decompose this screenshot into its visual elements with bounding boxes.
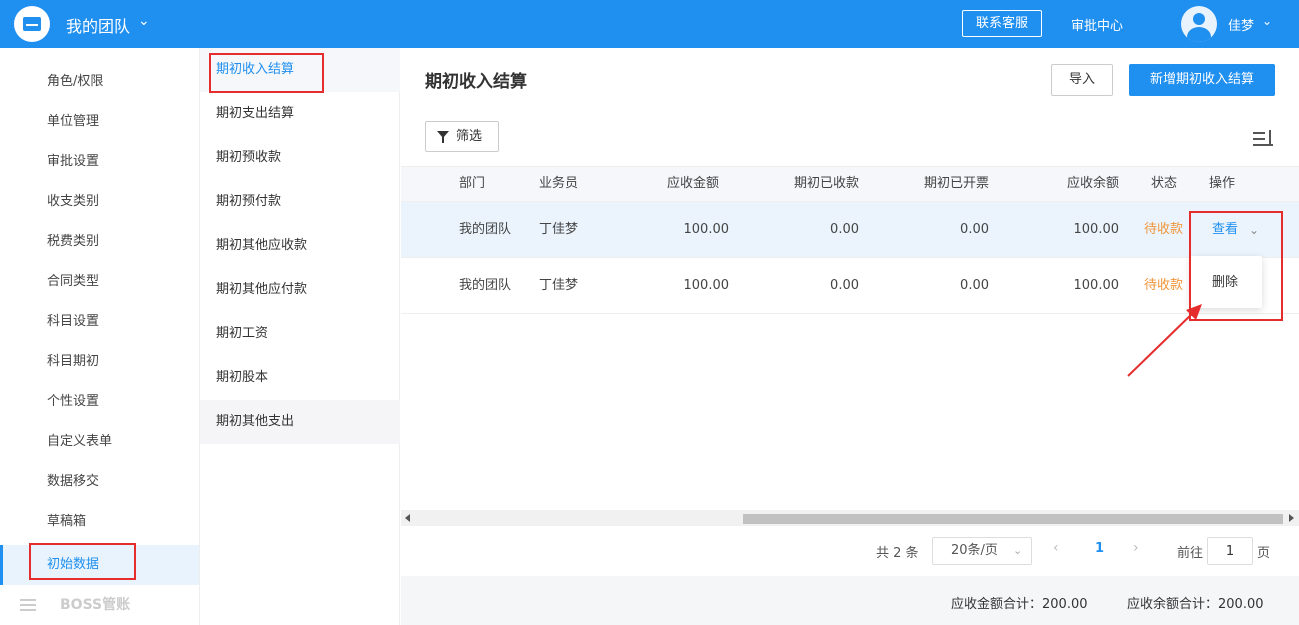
column-header-invoiced[interactable]: 期初已开票 [924,167,989,201]
cell-invoiced: 0.00 [960,278,989,293]
column-header-balance[interactable]: 应收余额 [1067,167,1119,201]
sidebar-item-income-expense[interactable]: 收支类别 [0,182,199,222]
avatar[interactable] [1181,6,1217,42]
sidebar-item-data-transfer[interactable]: 数据移交 [0,462,199,502]
cell-balance: 100.00 [1073,278,1120,293]
goto-page-input[interactable] [1207,537,1253,565]
sidebar-item-subject-opening[interactable]: 科目期初 [0,342,199,382]
subnav-item-other-receivable[interactable]: 期初其他应收款 [200,224,400,268]
chevron-down-icon[interactable]: ⌄ [1262,14,1272,28]
chevron-down-icon: ⌄ [1013,544,1023,557]
column-header-status[interactable]: 状态 [1151,167,1177,201]
current-page[interactable]: 1 [1095,541,1104,556]
sidebar-item-drafts[interactable]: 草稿箱 [0,502,199,542]
column-header-action: 操作 [1209,176,1236,191]
subnav-item-equity[interactable]: 期初股本 [200,356,400,400]
cell-dept: 我的团队 [459,222,512,237]
import-button[interactable]: 导入 [1051,64,1113,96]
sidebar-item-roles[interactable]: 角色/权限 [0,62,199,102]
annotation-box [209,53,324,93]
subnav-item-salary[interactable]: 期初工资 [200,312,400,356]
total-count: 共 2 条 [876,546,919,561]
column-header-received[interactable]: 期初已收款 [794,167,859,201]
cell-received: 0.00 [830,278,859,293]
new-income-settlement-button[interactable]: 新增期初收入结算 [1129,64,1275,96]
team-switcher[interactable]: 我的团队 [66,13,130,37]
sidebar-item-units[interactable]: 单位管理 [0,102,199,142]
subnav-item-advance-payment[interactable]: 期初预付款 [200,180,400,224]
pagination: 共 2 条 20条/页 ⌄ ‹ 1 › 前往 页 [401,526,1299,576]
subnav-item-advance-receipt[interactable]: 期初预收款 [200,136,400,180]
contact-support-button[interactable]: 联系客服 [962,10,1042,37]
app-logo-icon [14,6,50,42]
chevron-down-icon[interactable]: ⌄ [138,13,150,29]
scroll-right-icon[interactable] [1289,514,1294,522]
annotation-arrow [1127,304,1202,377]
annotation-box [29,543,136,580]
column-header-receivable[interactable]: 应收金额 [667,167,719,201]
subnav-item-other-expense[interactable]: 期初其他支出 [200,400,400,444]
table-header: 部门 业务员 应收金额 期初已收款 期初已开票 应收余额 状态 操作 [401,166,1299,202]
page-size-select[interactable]: 20条/页 ⌄ [932,537,1032,565]
next-page-button[interactable]: › [1133,540,1139,556]
table-row[interactable]: 我的团队 丁佳梦 100.00 0.00 0.00 100.00 待收款 查看 … [401,202,1299,258]
goto-label: 前往 [1177,546,1204,561]
menu-icon [20,599,36,611]
sidebar-item-personal[interactable]: 个性设置 [0,382,199,422]
sidebar-item-custom-form[interactable]: 自定义表单 [0,422,199,462]
boss-ledger-label: BOSS管账 [60,597,131,613]
sum-receivable: 应收金额合计：200.00 [951,597,1088,612]
cell-receivable: 100.00 [683,222,730,237]
scrollbar-thumb[interactable] [743,514,1283,524]
sidebar-item-tax[interactable]: 税费类别 [0,222,199,262]
username[interactable]: 佳梦 [1228,15,1254,34]
sidebar-item-subjects[interactable]: 科目设置 [0,302,199,342]
sort-icon[interactable] [1253,130,1273,148]
initial-data-subnav: 期初收入结算 期初支出结算 期初预收款 期初预付款 期初其他应收款 期初其他应付… [200,48,400,625]
filter-icon [437,131,449,143]
subnav-item-other-payable[interactable]: 期初其他应付款 [200,268,400,312]
cell-staff: 丁佳梦 [539,222,579,237]
subnav-item-expense-settlement[interactable]: 期初支出结算 [200,92,400,136]
page-title: 期初收入结算 [425,72,527,92]
sidebar-item-contract-type[interactable]: 合同类型 [0,262,199,302]
status-badge: 待收款 [1144,222,1184,237]
column-header-dept[interactable]: 部门 [459,167,485,201]
cell-balance: 100.00 [1073,222,1120,237]
page-size-value: 20条/页 [951,543,998,558]
settings-sidebar: 角色/权限 单位管理 审批设置 收支类别 税费类别 合同类型 科目设置 科目期初… [0,48,200,625]
horizontal-scrollbar[interactable] [401,510,1299,526]
prev-page-button[interactable]: ‹ [1053,540,1059,556]
approval-center-link[interactable]: 审批中心 [1071,15,1123,34]
page-unit-label: 页 [1257,546,1271,561]
scroll-left-icon[interactable] [405,514,410,522]
cell-staff: 丁佳梦 [539,278,579,293]
boss-ledger-link[interactable]: BOSS管账 [0,585,199,625]
sidebar-item-approval[interactable]: 审批设置 [0,142,199,182]
column-header-staff[interactable]: 业务员 [539,167,578,201]
cell-dept: 我的团队 [459,278,512,293]
cell-invoiced: 0.00 [960,222,989,237]
summary-footer: 应收金额合计：200.00 应收余额合计：200.00 [401,576,1299,625]
filter-button[interactable]: 筛选 [425,121,499,152]
cell-receivable: 100.00 [683,278,730,293]
top-bar: 我的团队 ⌄ 联系客服 审批中心 佳梦 ⌄ [0,0,1299,48]
cell-received: 0.00 [830,222,859,237]
sum-balance: 应收余额合计：200.00 [1127,597,1264,612]
filter-label: 筛选 [456,129,483,144]
